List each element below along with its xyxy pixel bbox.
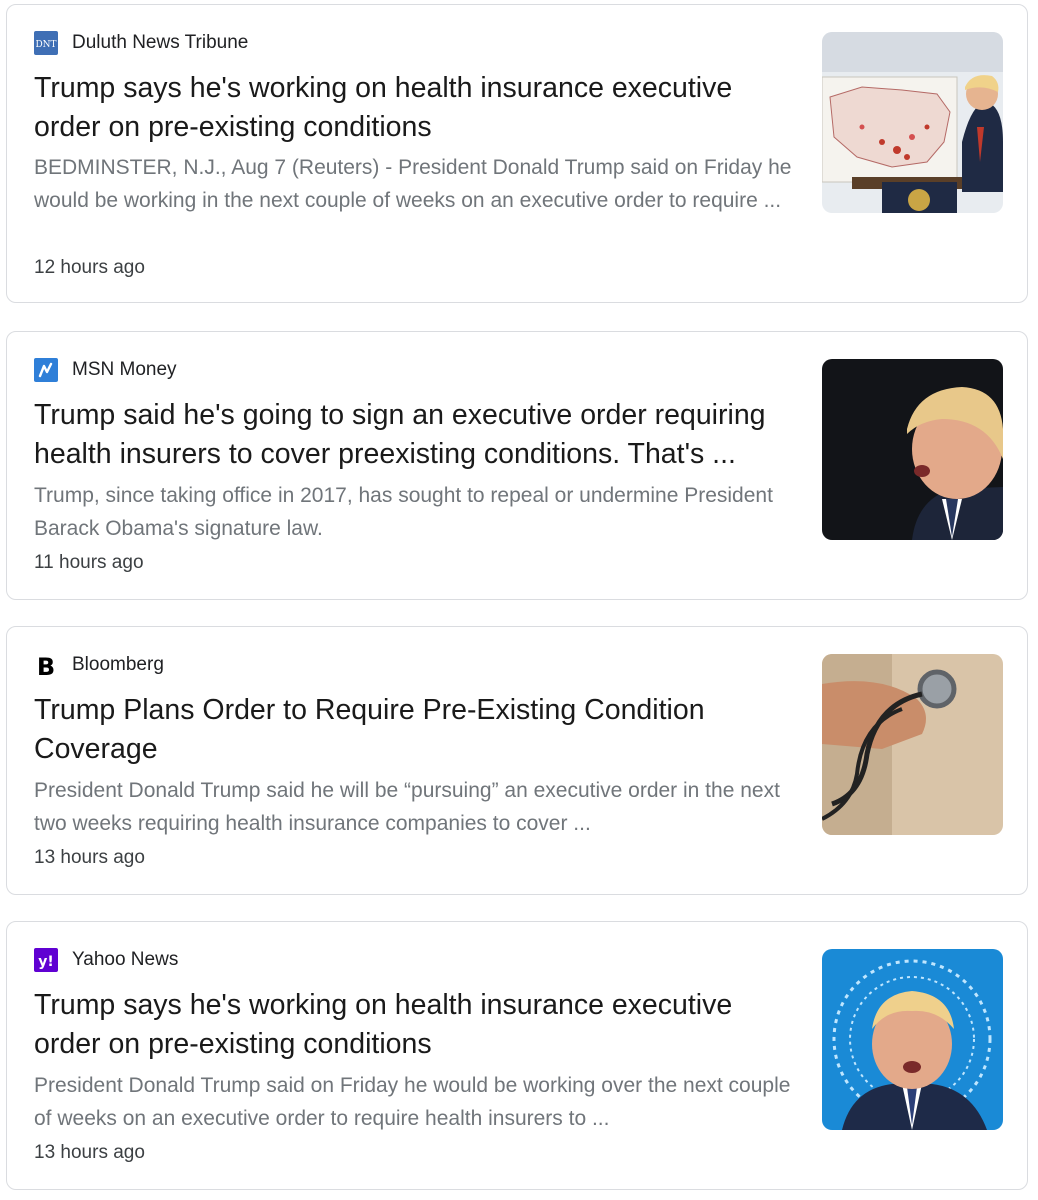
bloomberg-logo-icon: B <box>34 653 58 677</box>
snippet: BEDMINSTER, N.J., Aug 7 (Reuters) - Pres… <box>34 156 792 212</box>
source-name: MSN Money <box>72 359 177 380</box>
thumbnail-image[interactable] <box>822 654 1003 835</box>
thumbnail-image[interactable] <box>822 949 1003 1130</box>
news-source: MSN Money <box>34 358 177 382</box>
source-name: Duluth News Tribune <box>72 32 249 53</box>
news-source: DNT Duluth News Tribune <box>34 31 248 55</box>
timestamp: 13 hours ago <box>34 847 145 868</box>
snippet: President Donald Trump said he will be “… <box>34 779 780 835</box>
favicon-text: y! <box>38 954 54 970</box>
favicon-text: DNT <box>35 40 56 50</box>
snippet: Trump, since taking office in 2017, has … <box>34 484 773 540</box>
timestamp: 13 hours ago <box>34 1142 145 1163</box>
yahoo-logo-icon: y! <box>34 948 58 972</box>
news-card[interactable]: DNT Duluth News Tribune Trump says he's … <box>6 4 1028 303</box>
news-source: y! Yahoo News <box>34 948 178 972</box>
thumbnail-image[interactable] <box>822 32 1003 213</box>
source-name: Yahoo News <box>72 949 179 970</box>
news-source: B Bloomberg <box>34 653 164 677</box>
duluth-news-tribune-logo-icon: DNT <box>34 31 58 55</box>
snippet: President Donald Trump said on Friday he… <box>34 1074 791 1130</box>
news-card[interactable]: y! Yahoo News Trump says he's working on… <box>6 921 1028 1190</box>
headline-link[interactable]: Trump says he's working on health insura… <box>34 69 794 146</box>
source-name: Bloomberg <box>72 654 164 675</box>
thumbnail-image[interactable] <box>822 359 1003 540</box>
timestamp: 12 hours ago <box>34 257 145 278</box>
headline-link[interactable]: Trump says he's working on health insura… <box>34 986 794 1063</box>
favicon-text: B <box>37 653 55 677</box>
headline-link[interactable]: Trump Plans Order to Require Pre-Existin… <box>34 691 794 768</box>
headline-link[interactable]: Trump said he's going to sign an executi… <box>34 396 794 473</box>
news-card[interactable]: MSN Money Trump said he's going to sign … <box>6 331 1028 600</box>
msn-money-logo-icon <box>34 358 58 382</box>
news-card[interactable]: B Bloomberg Trump Plans Order to Require… <box>6 626 1028 895</box>
timestamp: 11 hours ago <box>34 552 144 573</box>
